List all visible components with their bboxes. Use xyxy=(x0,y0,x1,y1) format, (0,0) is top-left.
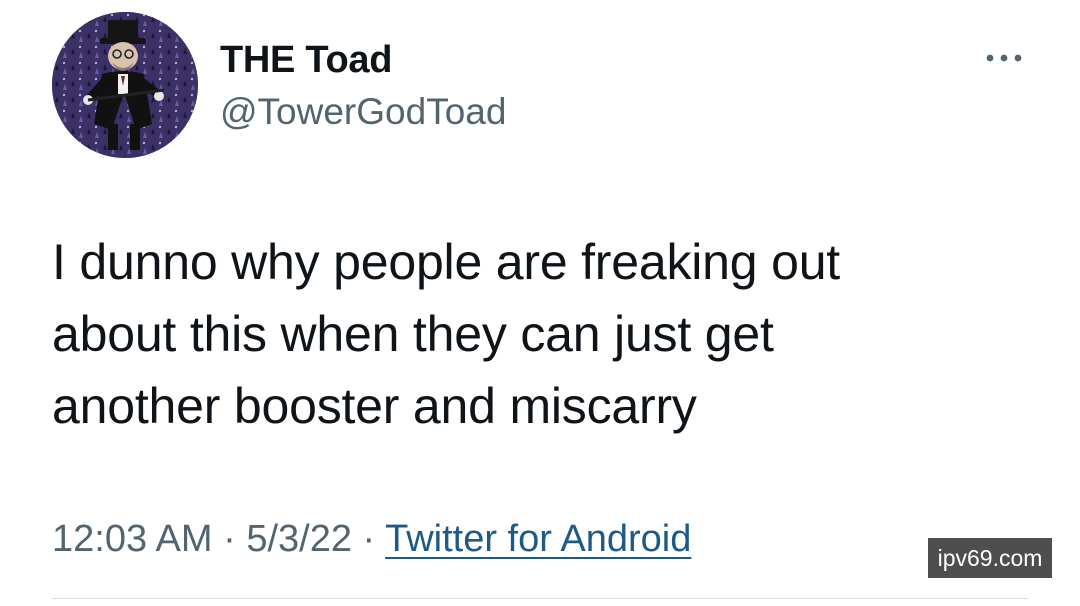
toad-avatar-icon xyxy=(52,12,198,158)
meta-separator: · xyxy=(212,518,247,560)
more-options-button[interactable] xyxy=(980,44,1028,72)
tweet-text-line: about this when they can just get xyxy=(52,306,774,362)
display-name[interactable]: THE Toad xyxy=(220,38,392,82)
avatar[interactable] xyxy=(52,12,198,158)
tweet-text-line: I dunno why people are freaking out xyxy=(52,234,840,290)
tweet-text: I dunno why people are freaking out abou… xyxy=(52,226,1012,442)
tweet-time[interactable]: 12:03 AM xyxy=(52,518,213,560)
tweet-date[interactable]: 5/3/22 xyxy=(246,518,352,560)
user-handle[interactable]: @TowerGodToad xyxy=(220,90,506,134)
divider xyxy=(52,598,1028,599)
watermark: ipv69.com xyxy=(928,538,1052,578)
more-options-icon xyxy=(986,54,1022,62)
tweet-meta: 12:03 AM · 5/3/22 · Twitter for Android xyxy=(52,514,691,564)
source-link[interactable]: Twitter for Android xyxy=(385,518,691,560)
tweet-text-line: another booster and miscarry xyxy=(52,378,697,434)
tweet-card: THE Toad @TowerGodToad I dunno why peopl… xyxy=(0,0,1080,606)
meta-separator: · xyxy=(352,518,386,560)
